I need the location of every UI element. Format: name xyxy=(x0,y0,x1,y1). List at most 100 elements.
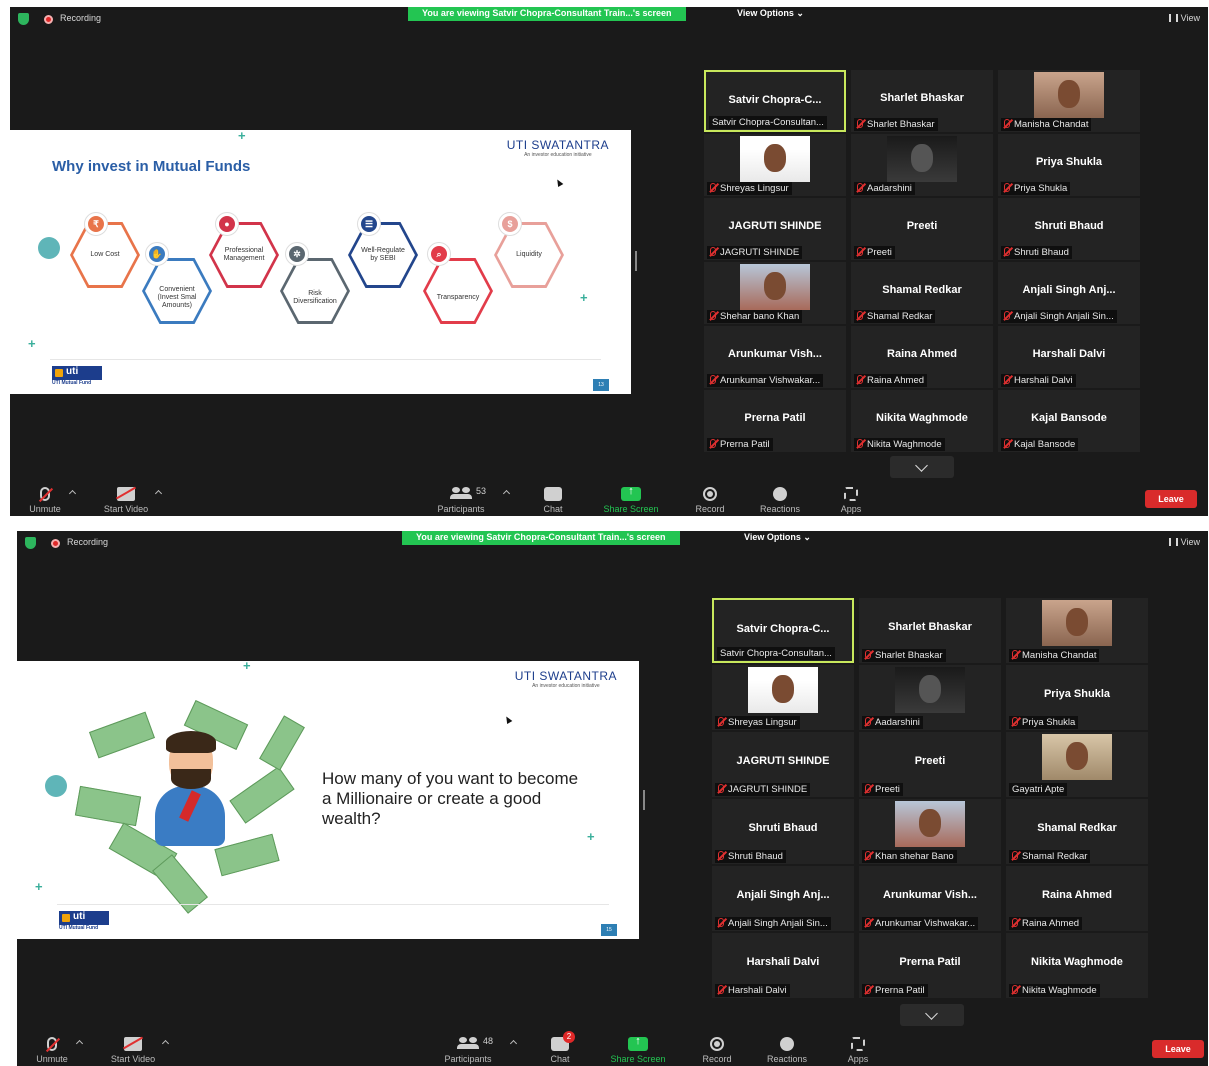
view-options-button[interactable]: View Options ⌄ xyxy=(744,532,811,543)
view-label: View xyxy=(1180,537,1200,547)
participant-tile[interactable]: Prerna Patil Prerna Patil xyxy=(704,390,846,452)
view-button[interactable]: View xyxy=(1168,13,1200,23)
start-video-button[interactable]: Start Video xyxy=(103,1037,163,1064)
participant-tile[interactable]: Kajal Bansode Kajal Bansode xyxy=(998,390,1140,452)
hex-low-cost: Low Cost xyxy=(70,222,140,288)
decor-plus: + xyxy=(587,829,595,844)
participant-tile[interactable]: JAGRUTI SHINDE JAGRUTI SHINDE xyxy=(704,198,846,260)
participant-tile[interactable]: Prerna Patil Prerna Patil xyxy=(859,933,1001,998)
participant-tile[interactable]: Shamal Redkar Shamal Redkar xyxy=(1006,799,1148,864)
split-handle[interactable] xyxy=(635,251,637,271)
chat-button[interactable]: 2 Chat xyxy=(530,1031,590,1064)
split-handle[interactable] xyxy=(643,790,645,810)
reactions-button[interactable]: Reactions xyxy=(750,487,810,514)
shield-icon[interactable] xyxy=(25,537,36,549)
participant-tile[interactable]: Harshali Dalvi Harshali Dalvi xyxy=(998,326,1140,388)
shield-icon[interactable] xyxy=(18,13,29,25)
participants-label: Participants xyxy=(437,504,485,514)
mic-muted-icon xyxy=(718,985,724,994)
grid-icon xyxy=(1168,538,1178,546)
participants-button[interactable]: 48 Participants xyxy=(438,1036,498,1064)
video-options-caret[interactable] xyxy=(154,489,163,498)
apps-button[interactable]: Apps xyxy=(821,487,881,514)
mic-muted-icon xyxy=(865,784,871,793)
mic-muted-icon xyxy=(1012,650,1018,659)
participant-label-text: Nikita Waghmode xyxy=(1022,985,1097,996)
video-options-caret[interactable] xyxy=(161,1039,170,1048)
participant-tile[interactable]: Raina Ahmed Raina Ahmed xyxy=(1006,866,1148,931)
participant-tile[interactable]: Manisha Chandat xyxy=(1006,598,1148,663)
unmute-button[interactable]: Unmute xyxy=(22,1037,82,1064)
participant-tile[interactable]: Anjali Singh Anj... Anjali Singh Anjali S… xyxy=(998,262,1140,324)
participant-face xyxy=(1066,742,1088,770)
participant-tile[interactable]: Sharlet Bhaskar Sharlet Bhaskar xyxy=(859,598,1001,663)
participant-name: JAGRUTI SHINDE xyxy=(736,755,830,767)
participant-tile[interactable]: Arunkumar Vish... Arunkumar Vishwakar... xyxy=(704,326,846,388)
share-screen-button[interactable]: Share Screen xyxy=(608,1035,668,1064)
gallery-next-button[interactable] xyxy=(890,456,954,478)
participant-label: Manisha Chandat xyxy=(1009,649,1100,662)
apps-button[interactable]: Apps xyxy=(828,1037,888,1064)
participant-tile[interactable]: Manisha Chandat xyxy=(998,70,1140,132)
reactions-label: Reactions xyxy=(766,1054,808,1064)
participant-tile[interactable]: Arunkumar Vish... Arunkumar Vishwakar... xyxy=(859,866,1001,931)
participants-caret[interactable] xyxy=(502,489,511,498)
unmute-button[interactable]: Unmute xyxy=(15,487,75,514)
participant-tile[interactable]: Shreyas Lingsur xyxy=(712,665,854,730)
share-screen-button[interactable]: Share Screen xyxy=(601,485,661,514)
participant-tile[interactable]: Shamal Redkar Shamal Redkar xyxy=(851,262,993,324)
participant-tile[interactable]: Sharlet Bhaskar Sharlet Bhaskar xyxy=(851,70,993,132)
reactions-button[interactable]: Reactions xyxy=(757,1037,817,1064)
chat-icon: 2 xyxy=(551,1031,575,1051)
participant-tile[interactable]: Anjali Singh Anj... Anjali Singh Anjali S… xyxy=(712,866,854,931)
gallery-next-button[interactable] xyxy=(900,1004,964,1026)
view-options-button[interactable]: View Options ⌄ xyxy=(737,8,804,19)
participant-tile[interactable]: Satvir Chopra-C... Satvir Chopra-Consulta… xyxy=(712,598,854,663)
participant-tile[interactable]: Raina Ahmed Raina Ahmed xyxy=(851,326,993,388)
recording-icon xyxy=(51,539,60,548)
hex-label: Risk Diversification xyxy=(283,261,347,321)
grid-icon xyxy=(1168,14,1178,22)
participant-tile[interactable]: Preeti Preeti xyxy=(851,198,993,260)
recording-label[interactable]: Recording xyxy=(60,13,101,23)
participant-label-text: Nikita Waghmode xyxy=(867,439,942,450)
participant-tile[interactable]: Khan shehar Bano xyxy=(859,799,1001,864)
participant-tile[interactable]: Nikita Waghmode Nikita Waghmode xyxy=(851,390,993,452)
participant-tile[interactable]: JAGRUTI SHINDE JAGRUTI SHINDE xyxy=(712,732,854,797)
record-button[interactable]: Record xyxy=(687,1037,747,1064)
mic-muted-icon xyxy=(710,439,716,448)
viewing-banner: You are viewing Satvir Chopra-Consultant… xyxy=(408,7,686,21)
leave-button[interactable]: Leave xyxy=(1152,1040,1204,1058)
participant-tile[interactable]: Priya Shukla Priya Shukla xyxy=(998,134,1140,196)
participant-tile[interactable]: Satvir Chopra-C... Satvir Chopra-Consulta… xyxy=(704,70,846,132)
chat-button[interactable]: Chat xyxy=(523,487,583,514)
participant-label-text: Shehar bano Khan xyxy=(720,311,800,322)
participants-caret[interactable] xyxy=(509,1039,518,1048)
record-button[interactable]: Record xyxy=(680,487,740,514)
participant-tile[interactable]: Aadarshini xyxy=(859,665,1001,730)
participant-tile[interactable]: Harshali Dalvi Harshali Dalvi xyxy=(712,933,854,998)
participant-label-text: Arunkumar Vishwakar... xyxy=(875,918,976,929)
participant-tile[interactable]: Nikita Waghmode Nikita Waghmode xyxy=(1006,933,1148,998)
view-button[interactable]: View xyxy=(1168,537,1200,547)
recording-label[interactable]: Recording xyxy=(67,537,108,547)
participant-tile[interactable]: Shruti Bhaud Shruti Bhaud xyxy=(712,799,854,864)
participant-tile[interactable]: Shehar bano Khan xyxy=(704,262,846,324)
participant-tile[interactable]: Gayatri Apte xyxy=(1006,732,1148,797)
participants-button[interactable]: 53 Participants xyxy=(431,486,491,514)
participant-tile[interactable]: Aadarshini xyxy=(851,134,993,196)
hex-label: Well-Regulate by SEBI xyxy=(351,225,415,285)
participant-label: Priya Shukla xyxy=(1001,182,1071,195)
participant-name: Raina Ahmed xyxy=(1042,889,1112,901)
slide-footer-line xyxy=(50,359,601,360)
participant-tile[interactable]: Shruti Bhaud Shruti Bhaud xyxy=(998,198,1140,260)
participant-tile[interactable]: Preeti Preeti xyxy=(859,732,1001,797)
leave-button[interactable]: Leave xyxy=(1145,490,1197,508)
participant-tile[interactable]: Priya Shukla Priya Shukla xyxy=(1006,665,1148,730)
brand-subtitle: An investor education initiative xyxy=(524,152,592,158)
coins-icon: ₹ xyxy=(85,213,107,235)
decor-plus: + xyxy=(580,290,588,305)
participant-face xyxy=(919,809,941,837)
participant-tile[interactable]: Shreyas Lingsur xyxy=(704,134,846,196)
start-video-button[interactable]: Start Video xyxy=(96,487,156,514)
